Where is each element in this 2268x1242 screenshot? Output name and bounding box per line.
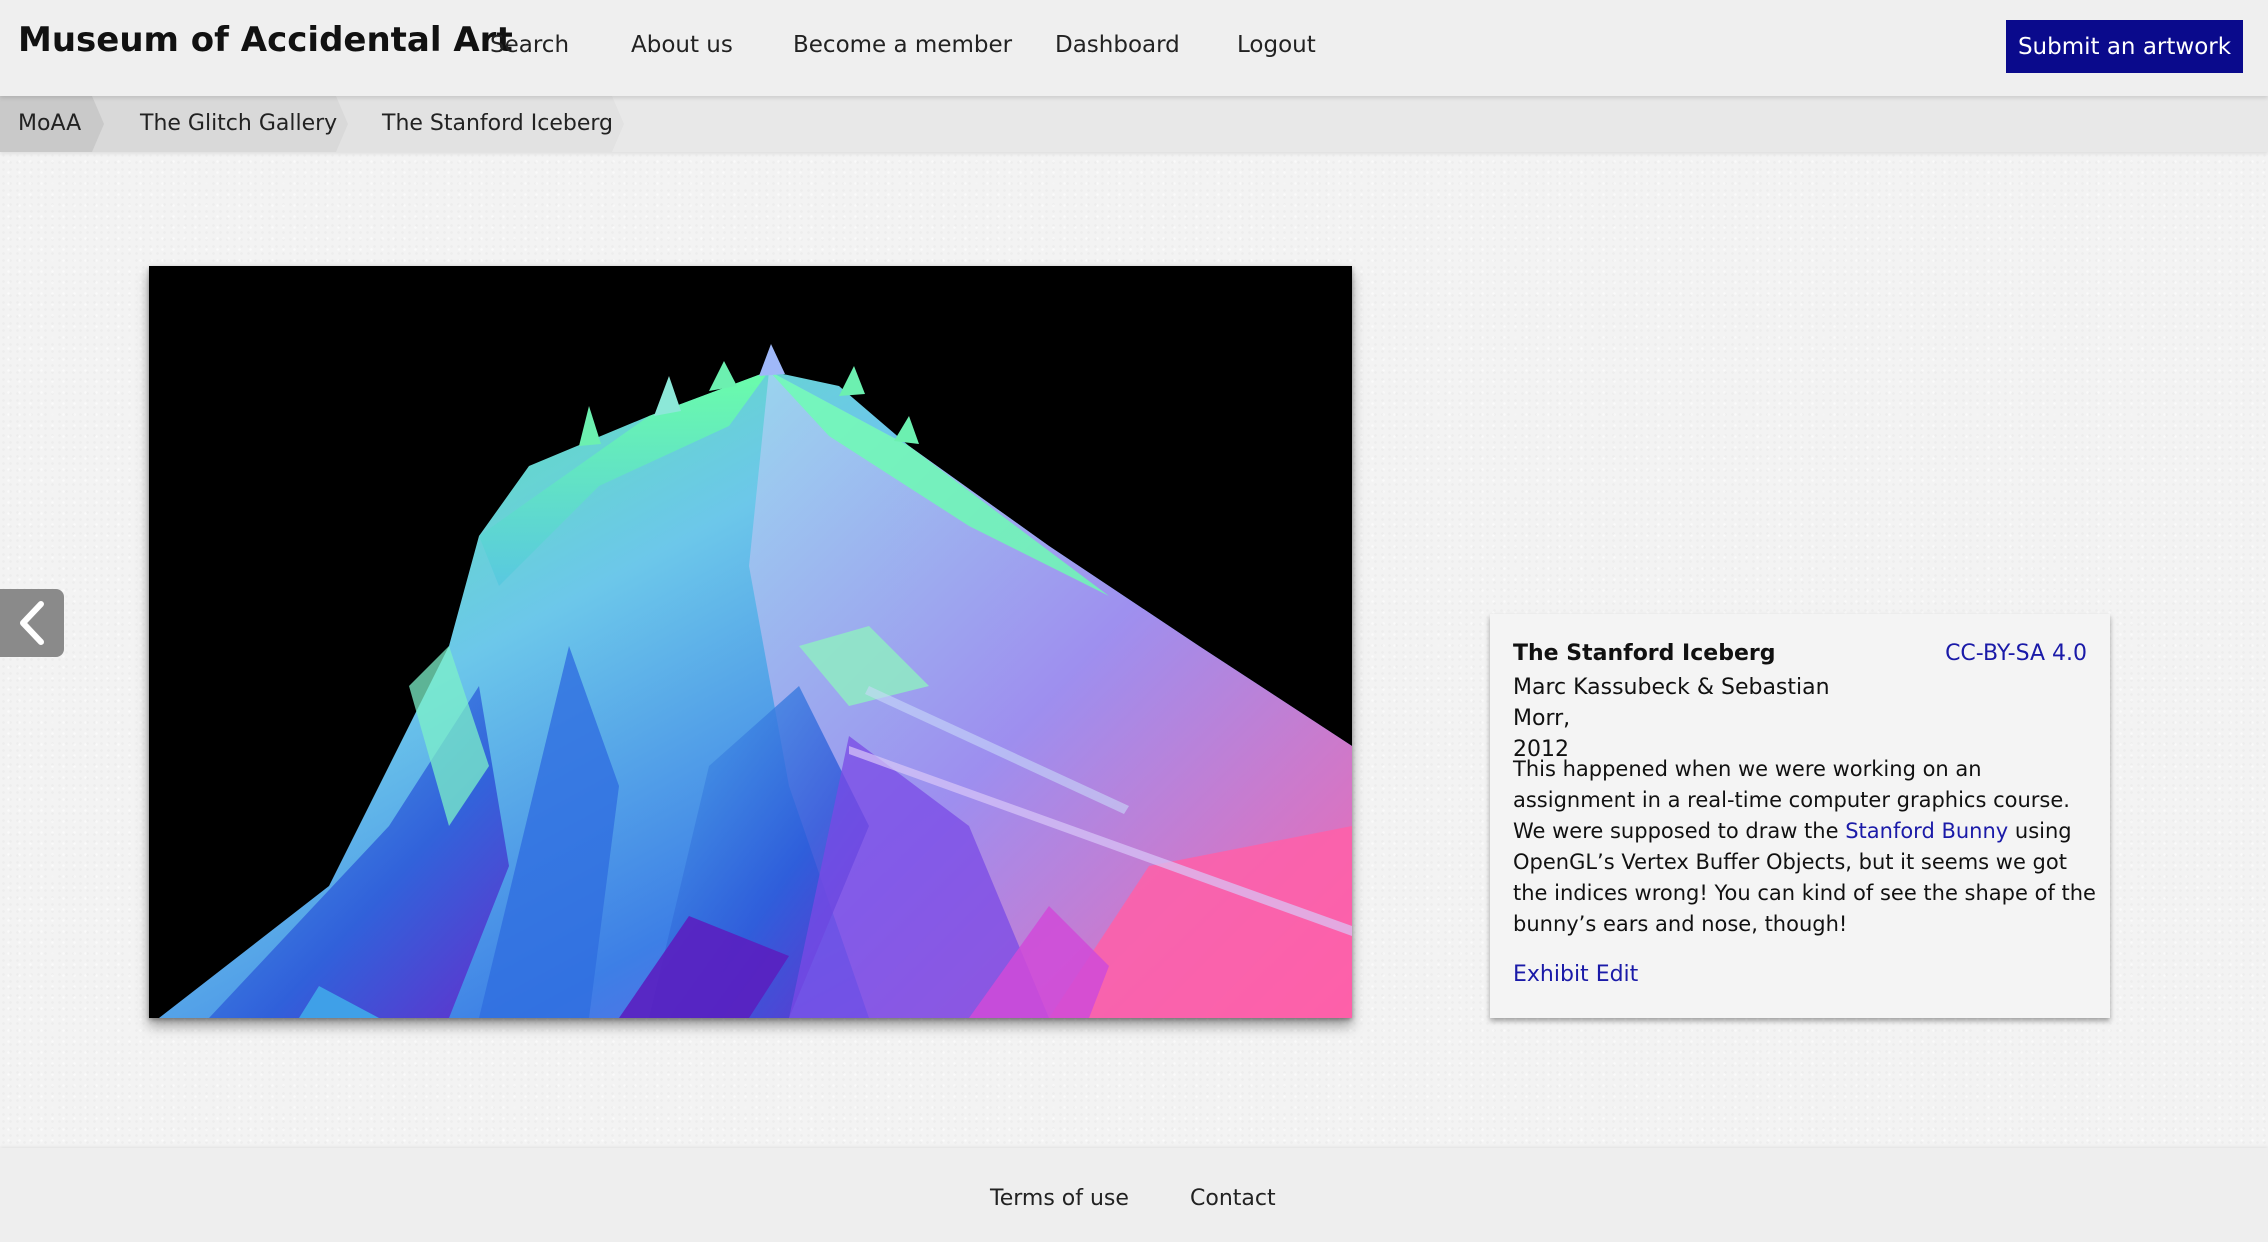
stanford-bunny-link[interactable]: Stanford Bunny [1845, 819, 2008, 843]
nav-search[interactable]: Search [490, 32, 569, 58]
breadcrumb-label: MoAA [18, 111, 82, 136]
nav-about-us[interactable]: About us [631, 32, 733, 58]
terms-of-use-link[interactable]: Terms of use [990, 1186, 1129, 1211]
top-navigation: Museum of Accidental Art Search About us… [0, 0, 2268, 96]
artwork-description: This happened when we were working on an… [1513, 754, 2098, 940]
artwork-credits: Marc Kassubeck & Sebastian Morr, 2012 [1513, 672, 1893, 765]
nav-logout[interactable]: Logout [1237, 32, 1316, 58]
license-link[interactable]: CC-BY-SA 4.0 [1945, 641, 2087, 666]
site-title[interactable]: Museum of Accidental Art [18, 20, 513, 60]
nav-become-member[interactable]: Become a member [793, 32, 1012, 58]
submit-artwork-button[interactable]: Submit an artwork [2006, 20, 2243, 73]
artwork-glitch-render [149, 266, 1352, 1018]
breadcrumb-label: The Glitch Gallery [140, 111, 338, 136]
breadcrumb: MoAA The Glitch Gallery The Stanford Ice… [0, 96, 2268, 152]
artwork-artists: Marc Kassubeck & Sebastian Morr, [1513, 675, 1830, 731]
previous-artwork-button[interactable] [0, 589, 64, 657]
artwork-title: The Stanford Iceberg [1513, 641, 1776, 666]
artwork-info-card: The Stanford Iceberg CC-BY-SA 4.0 Marc K… [1490, 614, 2110, 1018]
breadcrumb-label: The Stanford Iceberg [382, 111, 613, 136]
nav-dashboard[interactable]: Dashboard [1055, 32, 1180, 58]
contact-link[interactable]: Contact [1190, 1186, 1276, 1211]
exhibit-link[interactable]: Exhibit [1513, 962, 1589, 987]
breadcrumb-item-stanford-iceberg[interactable]: The Stanford Iceberg [336, 96, 624, 152]
breadcrumb-item-moaa[interactable]: MoAA [0, 96, 104, 152]
edit-link[interactable]: Edit [1596, 962, 1639, 987]
breadcrumb-item-glitch-gallery[interactable]: The Glitch Gallery [92, 96, 348, 152]
footer: Terms of use Contact [0, 1148, 2268, 1242]
chevron-left-icon [20, 601, 44, 645]
artwork-image [149, 266, 1352, 1018]
artwork-actions: Exhibit Edit [1513, 962, 1638, 987]
